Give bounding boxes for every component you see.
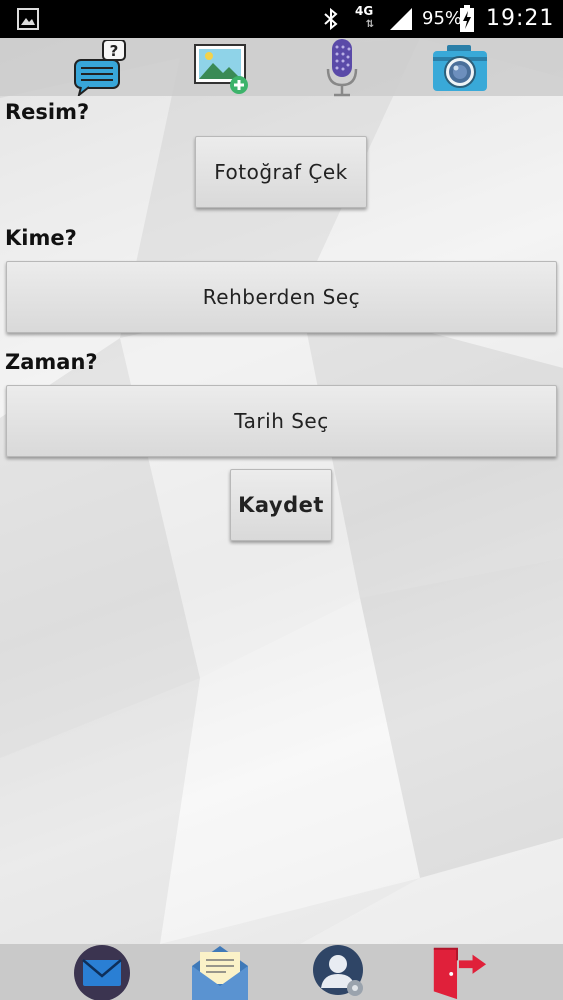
save-button[interactable]: Kaydet [230, 469, 332, 541]
choose-contact-button[interactable]: Rehberden Seç [6, 261, 557, 333]
gallery-notification-icon [17, 8, 39, 30]
nav-contacts-button[interactable] [308, 944, 368, 1000]
network-indicator: 4G ⇅ [355, 4, 385, 34]
svg-text:?: ? [110, 42, 119, 60]
toolbar-camera-button[interactable] [428, 40, 492, 96]
status-bar: 4G ⇅ 95% 19:21 [0, 0, 563, 38]
camera-icon [433, 45, 487, 91]
bottom-navigation [0, 944, 563, 1000]
nav-exit-button[interactable] [428, 944, 488, 1000]
take-photo-button[interactable]: Fotoğraf Çek [195, 136, 367, 208]
mail-icon [74, 945, 130, 1000]
battery-percent: 95% [422, 8, 463, 29]
picture-label: Resim? [5, 100, 90, 124]
data-arrows-icon: ⇅ [365, 19, 375, 30]
add-image-icon [194, 44, 248, 94]
choose-date-button[interactable]: Tarih Seç [6, 385, 557, 457]
toolbar-add-image-button[interactable] [188, 40, 252, 96]
status-clock: 19:21 [486, 6, 555, 31]
nav-messages-button[interactable] [190, 944, 250, 1000]
signal-icon [390, 8, 412, 30]
microphone-icon [326, 39, 358, 97]
toolbar-microphone-button[interactable] [310, 39, 374, 97]
toolbar-chat-button[interactable]: ? [68, 40, 132, 96]
battery-charging-icon [460, 5, 474, 32]
exit-icon [433, 947, 487, 1000]
open-envelope-icon [192, 946, 248, 1000]
recipient-label: Kime? [5, 226, 77, 250]
contact-settings-icon [313, 945, 363, 996]
top-toolbar: ? [0, 38, 563, 97]
bluetooth-icon [324, 7, 338, 31]
chat-question-icon: ? [74, 40, 126, 96]
nav-mail-button[interactable] [72, 944, 132, 1000]
network-type: 4G [355, 4, 374, 18]
time-label: Zaman? [5, 350, 98, 374]
